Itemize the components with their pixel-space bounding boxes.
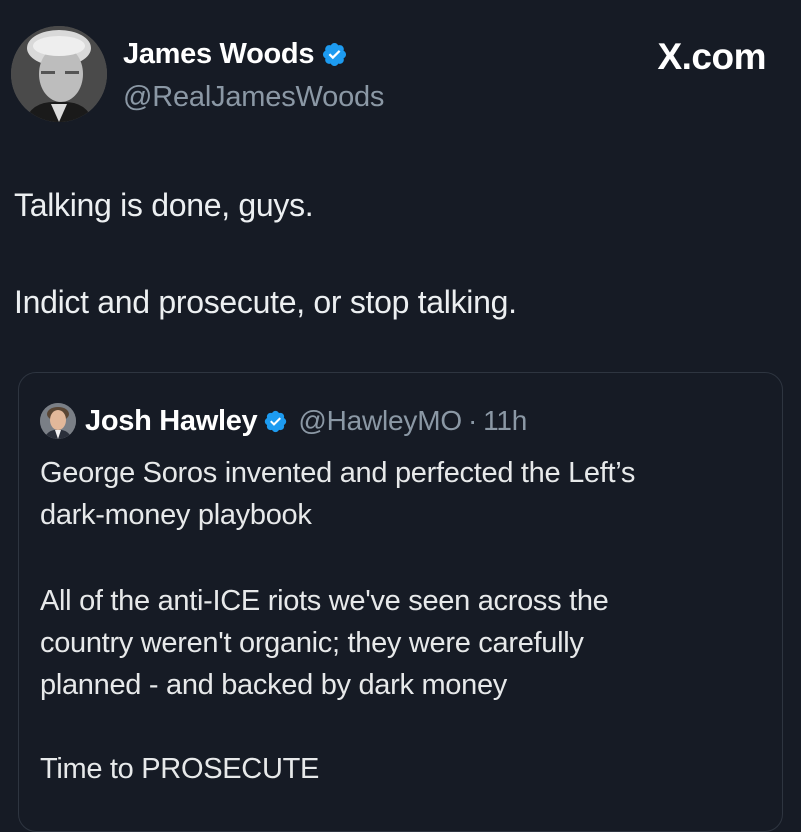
quoted-text-line: country weren't organic; they were caref…	[40, 627, 584, 659]
quoted-text-line: planned - and backed by dark money	[40, 669, 507, 701]
verified-badge-icon	[323, 42, 347, 67]
quoted-tweet-header: Josh Hawley @HawleyMO · 11h	[40, 403, 527, 439]
author-handle[interactable]: @RealJamesWoods	[123, 81, 384, 114]
quoted-tweet-card[interactable]: Josh Hawley @HawleyMO · 11h George Soros…	[18, 372, 783, 832]
quoted-text-line: Time to PROSECUTE	[40, 753, 320, 785]
quoted-text-line: George Soros invented and perfected the …	[40, 457, 636, 489]
quoted-author-handle[interactable]: @HawleyMO	[298, 405, 462, 437]
author-name[interactable]: James Woods	[123, 38, 314, 71]
tweet-text-line: Indict and prosecute, or stop talking.	[14, 284, 517, 320]
brand-label: X.com	[657, 36, 766, 77]
quoted-text-line: dark-money playbook	[40, 499, 312, 531]
quoted-author-avatar[interactable]	[40, 403, 76, 439]
quoted-text-line: All of the anti-ICE riots we've seen acr…	[40, 585, 609, 617]
tweet-text-line: Talking is done, guys.	[14, 187, 314, 223]
verified-badge-icon	[265, 410, 287, 432]
author-name-row: James Woods	[123, 38, 348, 71]
meta-separator: ·	[467, 405, 478, 436]
quoted-timestamp[interactable]: 11h	[483, 405, 527, 437]
author-avatar[interactable]	[11, 26, 107, 122]
quoted-author-name[interactable]: Josh Hawley	[85, 405, 258, 438]
